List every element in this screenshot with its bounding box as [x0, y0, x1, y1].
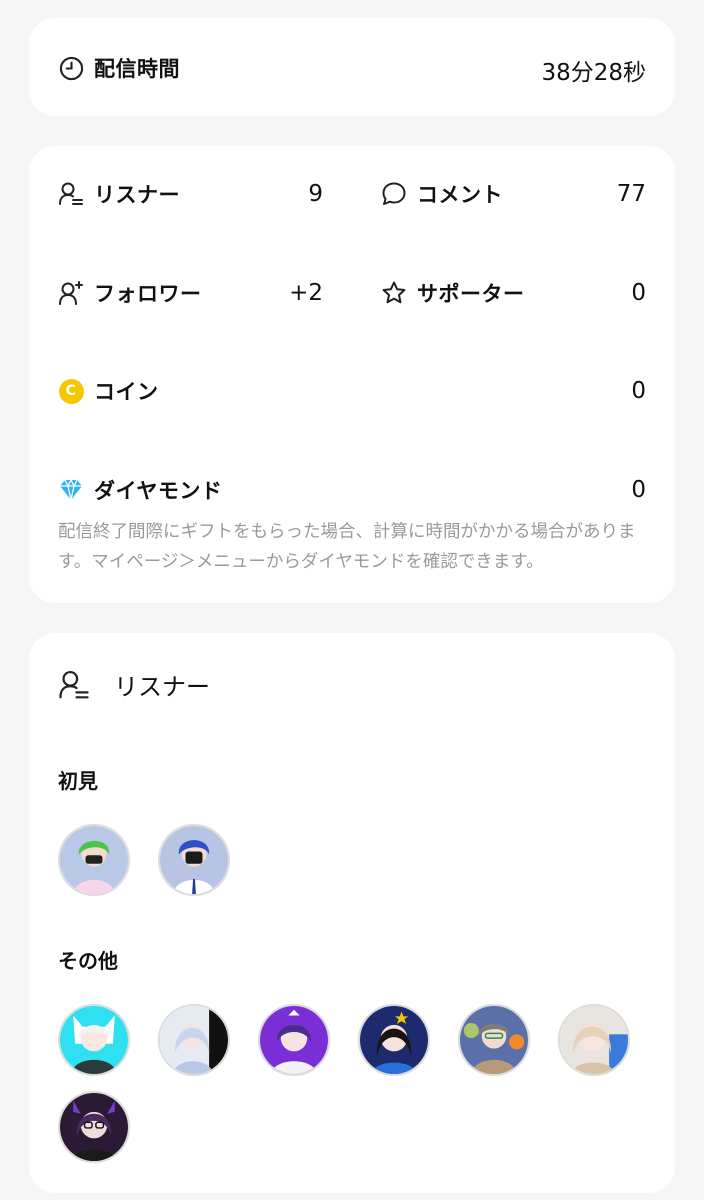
star-icon	[381, 280, 407, 306]
listener-icon	[58, 181, 84, 207]
stat-diamonds-label-row: ダイヤモンド	[58, 475, 222, 505]
broadcast-time-card: 配信時間 38分28秒	[29, 18, 675, 116]
follower-add-icon	[58, 280, 84, 306]
others-label: その他	[58, 949, 118, 973]
coin-icon-letter: C	[58, 378, 84, 404]
listener-avatar[interactable]	[58, 1004, 130, 1076]
coin-icon: C	[58, 378, 84, 404]
broadcast-time-label: 配信時間	[94, 57, 180, 81]
stat-supporters-label: サポーター	[417, 282, 525, 306]
stat-listeners-label-row: リスナー	[58, 179, 180, 209]
listener-icon	[58, 668, 92, 702]
stat-supporters-label-row: サポーター	[381, 278, 525, 308]
stat-followers-label-row: フォロワー	[58, 278, 202, 308]
listener-avatar[interactable]	[458, 1004, 530, 1076]
broadcast-time-value: 38分28秒	[541, 60, 646, 86]
listener-avatar[interactable]	[158, 824, 230, 896]
stat-listeners-label: リスナー	[94, 183, 180, 207]
stats-card: リスナー 9 コメント 77 フォロワー +2 サポーター 0 C コイン 0	[29, 146, 675, 603]
stat-coins-label-row: C コイン	[58, 376, 159, 406]
stat-followers-label: フォロワー	[94, 282, 202, 306]
listener-avatar[interactable]	[58, 1091, 130, 1163]
stat-coins-label: コイン	[94, 380, 159, 404]
stat-diamonds-label: ダイヤモンド	[94, 479, 223, 503]
stat-coins-value: 0	[631, 378, 646, 404]
stat-diamonds-value: 0	[631, 477, 646, 503]
diamond-icon	[58, 477, 84, 503]
stat-comments-value: 77	[616, 181, 646, 207]
listener-avatar[interactable]	[558, 1004, 630, 1076]
listeners-section-header: リスナー	[58, 667, 210, 702]
stat-comments-label: コメント	[417, 183, 503, 207]
diamond-note: 配信終了間際にギフトをもらった場合、計算に時間がかかる場合があります。マイページ…	[58, 522, 636, 572]
listener-avatar[interactable]	[258, 1004, 330, 1076]
broadcast-time-label-row: 配信時間	[58, 53, 180, 83]
comment-bubble-icon	[381, 181, 407, 207]
listener-avatar[interactable]	[358, 1004, 430, 1076]
stat-comments-label-row: コメント	[381, 179, 503, 209]
stat-supporters-value: 0	[631, 280, 646, 306]
listener-avatar[interactable]	[158, 1004, 230, 1076]
listener-avatar[interactable]	[58, 824, 130, 896]
stat-listeners-value: 9	[308, 181, 323, 207]
listeners-section-title: リスナー	[114, 673, 210, 701]
stat-followers-value: +2	[289, 280, 323, 306]
clock-icon	[58, 55, 84, 81]
first-time-label: 初見	[58, 769, 98, 793]
listeners-card: リスナー 初見 その他	[29, 633, 675, 1193]
